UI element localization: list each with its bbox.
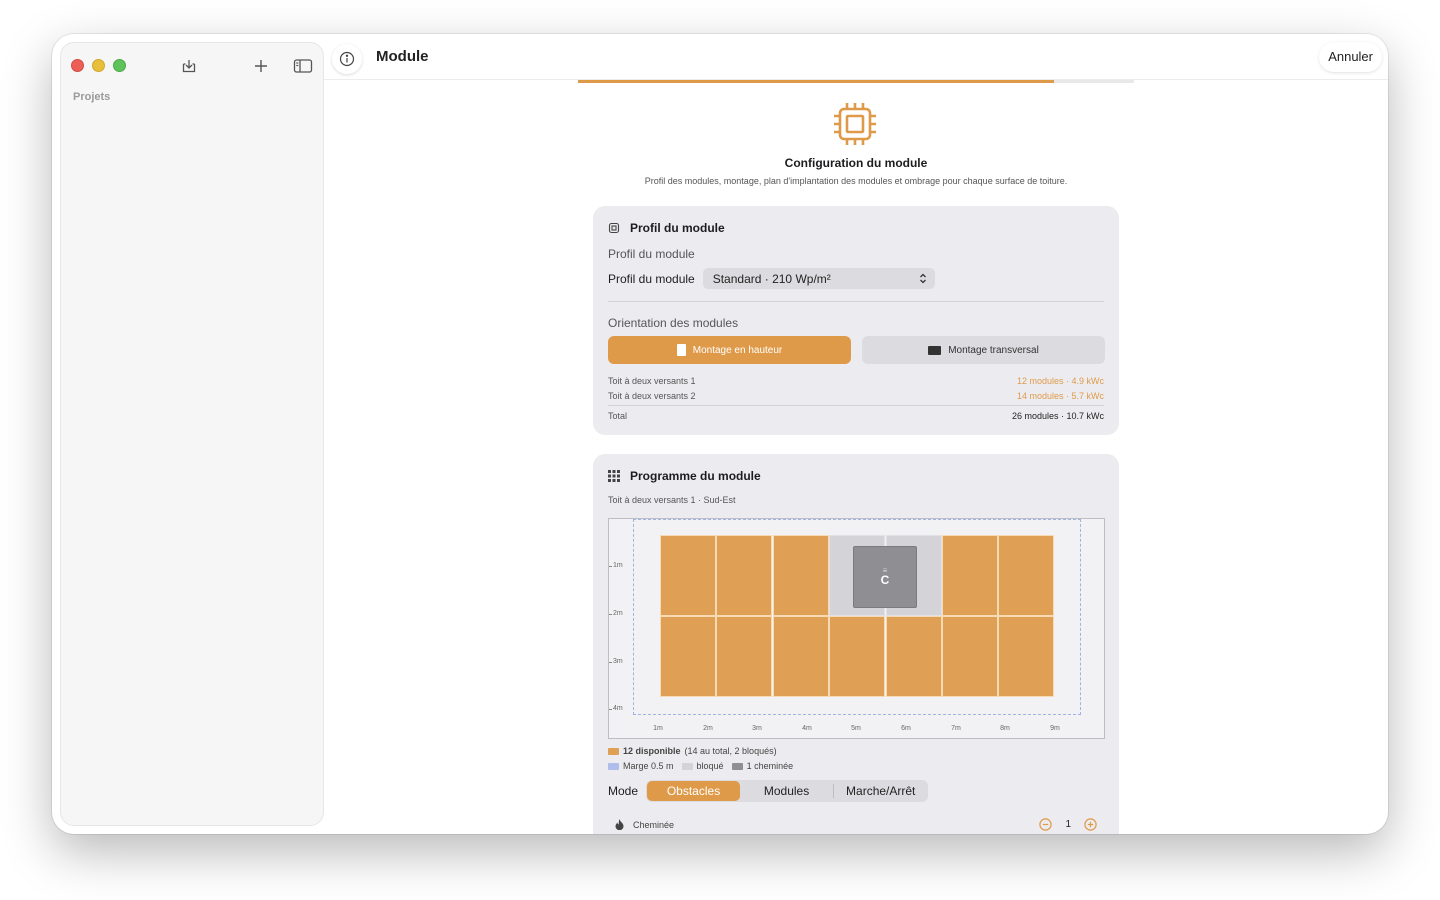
plus-icon[interactable] [250, 55, 272, 77]
section-title: Configuration du module [784, 156, 928, 170]
roof-row: Toit à deux versants 1 12 modules · 4.9 … [608, 376, 1104, 386]
obstacle-count-stepper: 1 [1039, 818, 1097, 831]
module-cell[interactable] [998, 535, 1055, 616]
module-cell[interactable] [660, 535, 716, 616]
landscape-module-icon [928, 345, 942, 355]
mode-obstacles-tab[interactable]: Obstacles [647, 781, 741, 801]
profile-select-row: Profil du module Standard · 210 Wp/m² [608, 268, 935, 289]
chimney-obstacle[interactable]: ≡ C [853, 546, 917, 608]
plus-circle-icon[interactable] [1084, 818, 1097, 831]
module-cell[interactable] [829, 616, 886, 697]
card-title: Profil du module [608, 221, 725, 235]
x-tick-label: 1m [653, 725, 663, 732]
module-cell[interactable] [772, 535, 829, 616]
divider [608, 405, 1104, 406]
mode-row: Mode Obstacles Modules Marche/Arrêt [608, 780, 929, 802]
orientation-label: Orientation des modules [608, 316, 739, 330]
main-content: Configuration du module Profil des modul… [324, 83, 1388, 834]
mode-modules-tab[interactable]: Modules [740, 781, 833, 801]
module-cell[interactable] [660, 616, 716, 697]
chip-icon [834, 103, 876, 145]
module-profile-card: Profil du module Profil du module Profil… [593, 206, 1119, 435]
mode-segmented-control: Obstacles Modules Marche/Arrêt [646, 780, 929, 802]
divider [608, 301, 1104, 302]
module-cell[interactable] [998, 616, 1055, 697]
mode-label: Mode [608, 784, 639, 798]
roof-row: Toit à deux versants 2 14 modules · 5.7 … [608, 391, 1104, 401]
profile-select-label: Profil du module [608, 271, 695, 286]
mode-onoff-tab[interactable]: Marche/Arrêt [834, 781, 927, 801]
profile-select[interactable]: Standard · 210 Wp/m² [702, 268, 935, 289]
grid-icon [608, 470, 620, 482]
legend-swatch [608, 747, 619, 755]
portrait-mount-button[interactable]: Montage en hauteur [608, 336, 851, 364]
landscape-mount-button[interactable]: Montage transversal [862, 336, 1105, 364]
legend-row: Marge 0.5 m bloqué 1 cheminée [608, 761, 793, 771]
sidebar-section-projects: Projets [73, 91, 111, 103]
roof-label: Toit à deux versants 1 · Sud-Est [608, 495, 736, 505]
module-cell[interactable] [942, 616, 998, 697]
module-cell[interactable] [885, 616, 942, 697]
sidebar-toggle-icon[interactable] [292, 55, 314, 77]
download-icon[interactable] [178, 55, 200, 77]
module-cell[interactable] [716, 616, 773, 697]
module-cell[interactable] [716, 535, 773, 616]
x-tick-label: 8m [1000, 725, 1010, 732]
chip-icon [608, 222, 620, 234]
close-window-button[interactable] [71, 59, 84, 72]
legend-swatch [731, 762, 743, 770]
total-row: Total 26 modules · 10.7 kWc [608, 411, 1104, 421]
info-button[interactable] [332, 44, 362, 74]
module-cell[interactable] [942, 535, 998, 616]
y-tick-label: 4m [609, 705, 623, 712]
minimize-window-button[interactable] [92, 59, 105, 72]
obstacle-name: Cheminée [615, 819, 674, 830]
cancel-button[interactable]: Annuler [1319, 42, 1382, 72]
minus-circle-icon[interactable] [1039, 818, 1053, 831]
x-tick-label: 4m [802, 725, 812, 732]
y-tick-label: 1m [609, 562, 623, 569]
maximize-window-button[interactable] [113, 59, 126, 72]
obstacle-row: Cheminée 1 [615, 818, 1097, 831]
chevron-updown-icon [919, 273, 926, 284]
x-tick-label: 5m [851, 725, 861, 732]
x-tick-label: 6m [901, 725, 911, 732]
x-tick-label: 7m [951, 725, 961, 732]
app-window: Projets Module Annuler Configuration du … [52, 34, 1388, 834]
y-tick-label: 2m [609, 610, 623, 617]
x-tick-label: 3m [752, 725, 762, 732]
info-icon [339, 51, 355, 67]
toolbar: Module Annuler [324, 34, 1388, 80]
legend-swatch [681, 762, 693, 770]
x-tick-label: 2m [703, 725, 713, 732]
page-title: Module [376, 48, 429, 65]
flame-icon [615, 819, 624, 830]
obstacle-count: 1 [1065, 819, 1071, 830]
legend-swatch [608, 762, 619, 770]
profile-section-label: Profil du module [608, 247, 695, 261]
y-tick-label: 3m [609, 658, 623, 665]
card-title: Programme du module [608, 469, 761, 483]
module-layout-plan[interactable]: ≡ C 1m 2m 3m 4m 1m 2m 3m 4m 5m 6m 7m 8m … [608, 518, 1105, 739]
module-program-card: Programme du module Toit à deux versants… [593, 454, 1119, 834]
sidebar: Projets [60, 42, 324, 826]
legend-available: 12 disponible (14 au total, 2 bloqués) [608, 746, 777, 756]
module-cell[interactable] [772, 616, 829, 697]
portrait-module-icon [676, 344, 686, 356]
x-tick-label: 9m [1050, 725, 1060, 732]
section-subtitle: Profil des modules, montage, plan d'impl… [644, 176, 1068, 186]
